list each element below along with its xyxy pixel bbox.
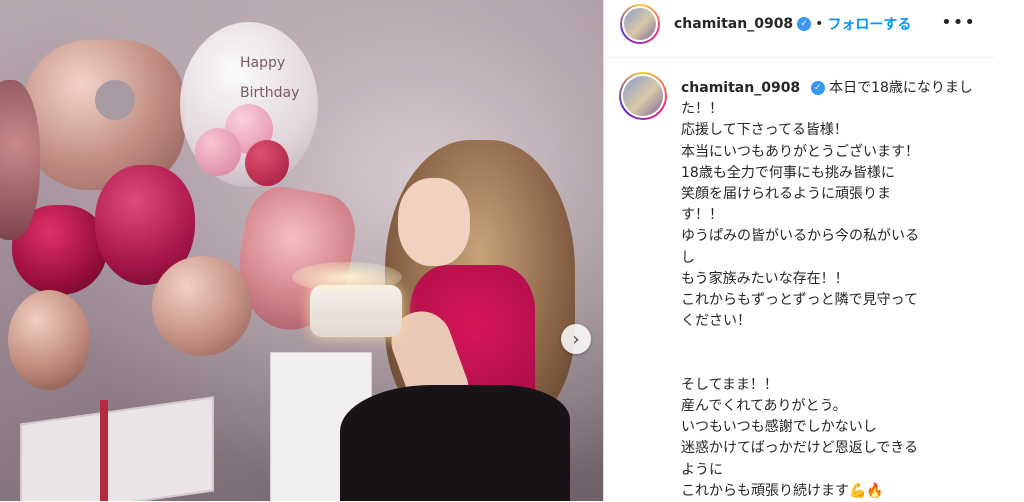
header-username[interactable]: chamitan_0908 xyxy=(674,16,793,32)
number-balloon-hole xyxy=(95,80,135,120)
chevron-right-icon: › xyxy=(572,328,580,350)
birthday-cake xyxy=(310,285,402,337)
pink-mini-balloon-2 xyxy=(195,128,241,176)
person-pants xyxy=(340,385,570,501)
caption-text: chamitan_0908 ✓ 本日で18歳になりました！！ 応援して下さってる… xyxy=(681,78,981,502)
panel-divider xyxy=(603,0,604,501)
rose-gold-balloon-1 xyxy=(152,256,252,356)
caption-body: 本日で18歳になりました！！ 応援して下さってる皆様！ 本当にいつもありがとうご… xyxy=(681,80,973,499)
verified-badge-icon: ✓ xyxy=(797,17,812,31)
post-photo[interactable]: Happy Birthday › xyxy=(0,0,603,501)
cake-candles-glow xyxy=(292,262,402,292)
header-avatar[interactable] xyxy=(620,4,660,44)
person-face xyxy=(398,178,470,266)
caption-avatar[interactable] xyxy=(619,72,667,120)
next-photo-button[interactable]: › xyxy=(561,324,591,354)
header-separator: • xyxy=(815,16,824,32)
clear-balloon-text: Happy Birthday xyxy=(240,55,300,101)
rose-gold-balloon-2 xyxy=(8,290,90,390)
gift-ribbon xyxy=(100,400,108,501)
follow-button[interactable]: フォローする xyxy=(827,14,911,34)
caption-avatar-image xyxy=(621,74,665,118)
red-mini-balloon xyxy=(245,140,289,186)
avatar-image xyxy=(622,6,658,42)
header-divider xyxy=(604,57,994,58)
caption-verified-badge-icon: ✓ xyxy=(810,81,825,95)
more-horizontal-icon[interactable]: ••• xyxy=(941,12,976,33)
caption-username[interactable]: chamitan_0908 xyxy=(681,80,800,96)
